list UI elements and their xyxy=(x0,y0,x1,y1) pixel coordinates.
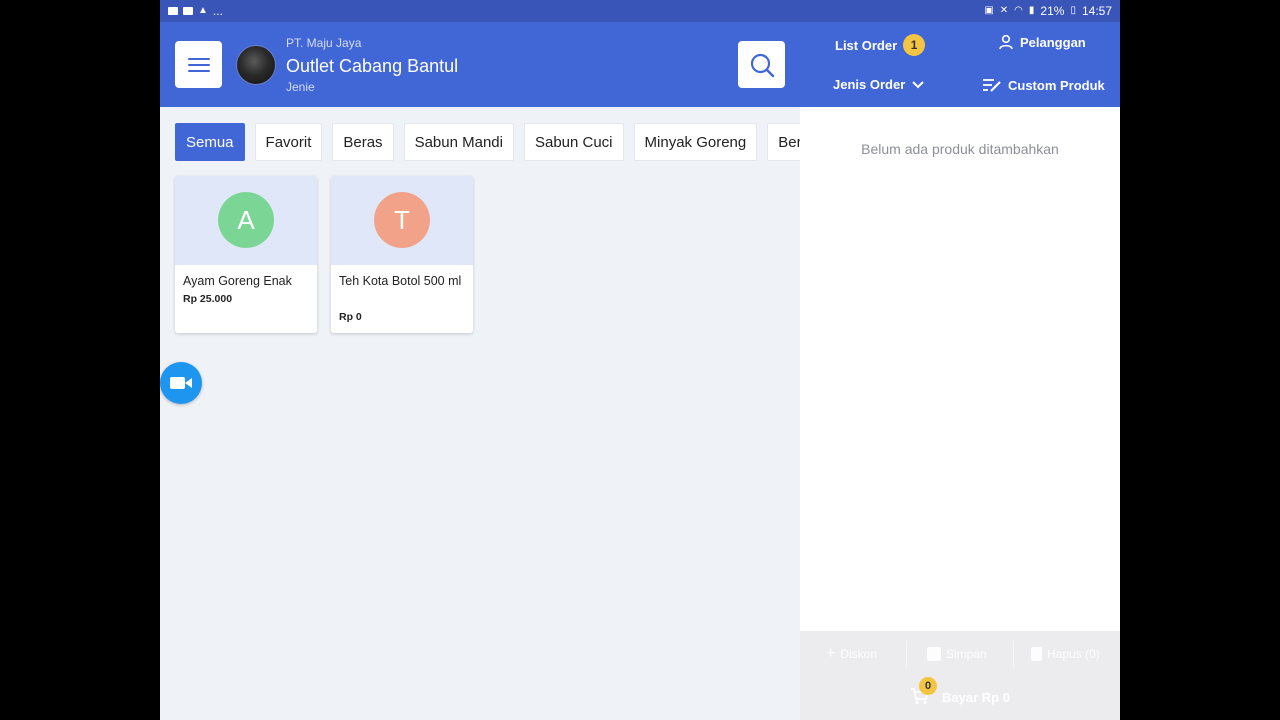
signal-icon: ▮ xyxy=(1028,5,1035,16)
company-name: PT. Maju Jaya xyxy=(286,36,362,50)
product-initial: T xyxy=(374,192,430,248)
custom-produk-button[interactable]: Custom Produk xyxy=(982,77,1105,93)
status-left: ▲ ... xyxy=(168,4,223,18)
order-count-badge: 1 xyxy=(903,34,926,56)
tablet-screen: ▲ ... ▣ ✕ ◠ ▮ 21% ▯ 14:57 PT. Maju Jaya … xyxy=(160,0,1120,720)
list-order-button[interactable]: List Order 1 xyxy=(835,34,926,56)
trash-icon xyxy=(1031,647,1042,661)
hapus-button[interactable]: Hapus (0) xyxy=(1031,643,1100,665)
jenis-order-label: Jenis Order xyxy=(833,77,906,92)
hamburger-line xyxy=(187,69,210,72)
battery-level: 21% xyxy=(1040,4,1065,18)
wifi-icon: ◠ xyxy=(1014,5,1023,16)
product-card[interactable]: T Teh Kota Botol 500 ml Rp 0 xyxy=(331,176,473,333)
tab-beras-premium[interactable]: Beras Premium xyxy=(767,123,800,161)
mute-icon: ✕ xyxy=(999,5,1009,16)
divider xyxy=(906,641,907,669)
video-camera-icon xyxy=(170,377,192,389)
outlet-name: Outlet Cabang Bantul xyxy=(286,56,459,76)
order-panel: Belum ada produk ditambahkan + Diskon Si… xyxy=(800,107,1120,720)
edit-list-icon xyxy=(983,79,1001,92)
bayar-label: Bayar Rp 0 xyxy=(942,689,1010,705)
category-tabs: Semua Favorit Beras Sabun Mandi Sabun Cu… xyxy=(175,123,800,161)
product-name: Teh Kota Botol 500 ml xyxy=(339,274,462,288)
video-notification-icon xyxy=(168,7,178,15)
simpan-label: Simpan xyxy=(946,647,987,661)
person-icon xyxy=(999,34,1013,50)
product-thumbnail: A xyxy=(175,176,317,265)
list-order-label: List Order xyxy=(835,37,898,53)
video-call-button[interactable] xyxy=(160,362,202,404)
search-icon xyxy=(750,53,774,77)
outlet-avatar xyxy=(236,45,276,85)
order-actions: + Diskon Simpan Hapus (0) 0 Bayar Rp 0 xyxy=(800,631,1120,720)
diskon-button[interactable]: + Diskon xyxy=(826,643,877,665)
product-card[interactable]: A Ayam Goreng Enak Rp 25.000 xyxy=(175,176,317,333)
pelanggan-button[interactable]: Pelanggan xyxy=(998,34,1086,50)
tab-minyak-goreng[interactable]: Minyak Goreng xyxy=(633,123,758,161)
hapus-label: Hapus (0) xyxy=(1047,647,1100,661)
pelanggan-label: Pelanggan xyxy=(1020,34,1086,50)
product-price: Rp 25.000 xyxy=(183,293,233,305)
menu-button[interactable] xyxy=(175,41,222,88)
save-icon xyxy=(927,647,941,661)
product-initial: A xyxy=(218,192,274,248)
warning-icon: ▲ xyxy=(198,5,208,16)
order-header: List Order 1 Pelanggan Jenis Order Custo… xyxy=(800,22,1120,107)
more-notifications: ... xyxy=(212,4,223,18)
cashier-name: Jenie xyxy=(286,80,315,94)
product-name: Ayam Goreng Enak xyxy=(183,274,292,288)
jenis-order-dropdown[interactable]: Jenis Order xyxy=(833,77,925,92)
product-price: Rp 0 xyxy=(339,311,362,323)
hamburger-line xyxy=(187,63,210,66)
app-header: PT. Maju Jaya Outlet Cabang Bantul Jenie xyxy=(160,22,800,107)
video-notification-icon-2 xyxy=(183,7,193,15)
clock: 14:57 xyxy=(1081,4,1112,18)
chevron-down-icon xyxy=(912,80,924,88)
cart: 0 xyxy=(910,677,938,707)
simpan-button[interactable]: Simpan xyxy=(927,643,987,665)
divider xyxy=(1013,641,1014,669)
diskon-label: Diskon xyxy=(840,647,878,661)
search-button[interactable] xyxy=(738,41,785,88)
tab-sabun-cuci[interactable]: Sabun Cuci xyxy=(523,123,624,161)
custom-produk-label: Custom Produk xyxy=(1008,77,1105,93)
status-right: ▣ ✕ ◠ ▮ 21% ▯ 14:57 xyxy=(984,4,1112,18)
tab-beras[interactable]: Beras xyxy=(332,123,394,161)
product-thumbnail: T xyxy=(331,176,473,265)
tab-sabun-mandi[interactable]: Sabun Mandi xyxy=(403,123,514,161)
hamburger-line xyxy=(187,57,210,60)
tab-semua[interactable]: Semua xyxy=(175,123,245,161)
plus-icon: + xyxy=(826,645,836,662)
cart-count-badge: 0 xyxy=(919,677,938,695)
status-bar: ▲ ... ▣ ✕ ◠ ▮ 21% ▯ 14:57 xyxy=(160,0,1120,22)
tab-favorit[interactable]: Favorit xyxy=(254,123,323,161)
bayar-button[interactable]: 0 Bayar Rp 0 xyxy=(800,677,1120,711)
cast-icon: ▣ xyxy=(984,5,994,16)
empty-order-message: Belum ada produk ditambahkan xyxy=(861,141,1059,157)
battery-icon: ▯ xyxy=(1070,5,1076,16)
